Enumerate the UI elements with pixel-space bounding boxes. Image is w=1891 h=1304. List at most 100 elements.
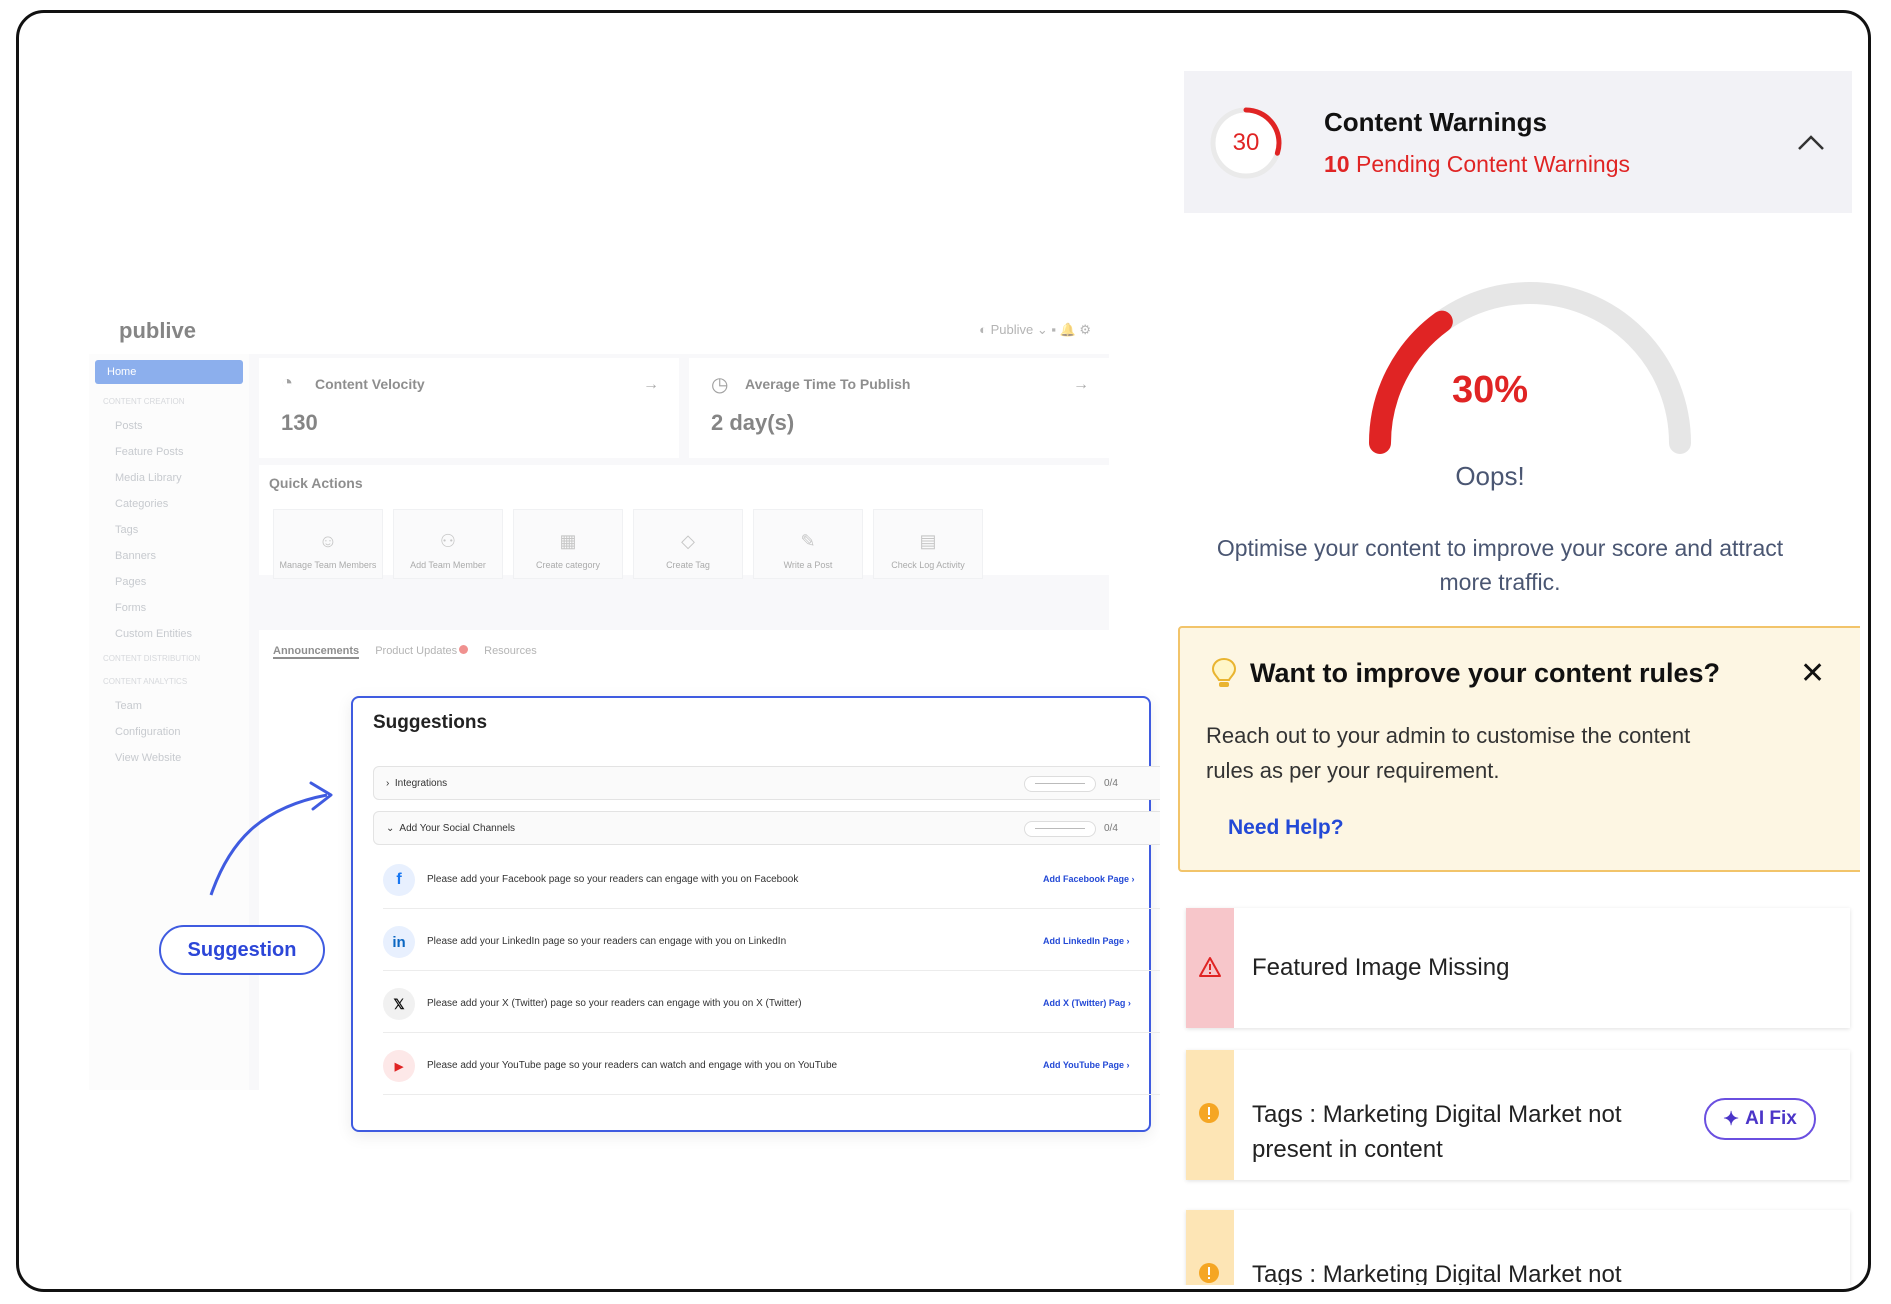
progress-bar — [1024, 776, 1096, 792]
quick-action-label: Manage Team Members — [279, 560, 377, 570]
sidebar-item[interactable]: View Website — [89, 745, 249, 771]
content-warnings-panel: 30 Content Warnings 10 Pending Content W… — [1160, 53, 1860, 1285]
quick-action-button[interactable]: ✎ Write a Post — [753, 509, 863, 579]
suggestion-group-integrations[interactable]: › Integrations 0/4 — [373, 766, 1173, 800]
linkedin-icon: in — [383, 926, 415, 958]
quick-action-label: Write a Post — [783, 560, 833, 570]
sidebar-item[interactable]: Tags — [89, 517, 249, 543]
sidebar-item[interactable]: Configuration — [89, 719, 249, 745]
quick-action-label: Check Log Activity — [891, 560, 965, 570]
chevron-up-icon[interactable] — [1796, 133, 1826, 153]
sidebar-item[interactable]: Team — [89, 693, 249, 719]
speedometer-icon: ◔ — [281, 372, 294, 394]
warning-item[interactable]: Tags : Marketing Digital Market not — [1186, 1210, 1850, 1285]
quick-action-button[interactable]: ⚇ Add Team Member — [393, 509, 503, 579]
warning-text: Tags : Marketing Digital Market not — [1252, 1261, 1622, 1285]
suggestion-callout: Suggestion — [159, 925, 325, 975]
suggestion-item: in Please add your LinkedIn page so your … — [383, 914, 1173, 971]
action-label: Add X (Twitter) Pag — [1043, 998, 1126, 1008]
sidebar-item[interactable]: Media Library — [89, 465, 249, 491]
action-label: Add Facebook Page — [1043, 874, 1130, 884]
quick-action-button[interactable]: ☺ Manage Team Members — [273, 509, 383, 579]
chevron-right-icon: › — [1125, 998, 1131, 1008]
suggestion-text: Please add your X (Twitter) page so your… — [427, 998, 802, 1009]
suggestion-item: f Please add your Facebook page so your r… — [383, 852, 1173, 909]
arrow-right-icon[interactable]: → — [643, 376, 659, 394]
content-rules-tip: Want to improve your content rules? ✕ Re… — [1178, 626, 1860, 872]
sidebar-section: CONTENT CREATION — [103, 397, 185, 406]
arrow-right-icon[interactable]: → — [1073, 376, 1089, 394]
sidebar-item[interactable]: Pages — [89, 569, 249, 595]
sidebar-item[interactable]: Forms — [89, 595, 249, 621]
quick-actions-list: ☺ Manage Team Members ⚇ Add Team Member ▦ Cre… — [273, 509, 983, 579]
notification-dot — [459, 645, 469, 654]
team-icon: ☺ — [318, 531, 338, 551]
suggestion-item: ▶ Please add your YouTube page so your re… — [383, 1038, 1173, 1095]
kpi-value: 130 — [281, 410, 318, 435]
youtube-icon: ▶ — [383, 1050, 415, 1082]
score-gauge — [1369, 282, 1691, 454]
alert-circle-icon — [1199, 1263, 1219, 1283]
brand-menu-label: Publive — [990, 322, 1034, 337]
ai-fix-button[interactable]: ✦ AI Fix — [1704, 1098, 1816, 1140]
sidebar-item[interactable]: Feature Posts — [89, 439, 249, 465]
warning-item[interactable]: Tags : Marketing Digital Market not pres… — [1186, 1050, 1850, 1180]
progress-count: 0/4 — [1104, 778, 1118, 789]
tab-label: Product Updates — [375, 645, 458, 657]
clock-icon: ◷ — [711, 374, 729, 396]
kpi-card-publish[interactable]: ◷ Average Time To Publish 2 day(s) → — [689, 358, 1109, 458]
dashboard-sidebar: Home CONTENT CREATION Posts Feature Posts Me… — [89, 354, 249, 1090]
tab-announcements[interactable]: Announcements — [273, 645, 360, 659]
sidebar-item[interactable]: Home — [95, 360, 243, 384]
suggestion-action-link[interactable]: Add YouTube Page › — [1043, 1060, 1130, 1070]
chevron-right-icon: › — [1124, 1060, 1130, 1070]
need-help-link[interactable]: Need Help? — [1228, 816, 1344, 840]
content-warnings-header[interactable]: 30 Content Warnings 10 Pending Content W… — [1184, 71, 1852, 213]
suggestion-text: Please add your LinkedIn page so your re… — [427, 936, 787, 947]
sidebar-item[interactable]: Categories — [89, 491, 249, 517]
tip-title: Want to improve your content rules? — [1250, 658, 1721, 688]
suggestions-panel: Suggestions › Integrations 0/4 ⌄ Add You… — [351, 696, 1173, 1132]
sidebar-section: CONTENT ANALYTICS — [103, 677, 188, 686]
brand-menu[interactable]: ◐ Publive ⌄ ▪ 🔔 ⚙ — [979, 322, 1091, 338]
add-user-icon: ⚇ — [439, 531, 457, 551]
quick-action-button[interactable]: ◇ Create Tag — [633, 509, 743, 579]
suggestion-action-link[interactable]: Add X (Twitter) Pag › — [1043, 998, 1131, 1008]
chevron-right-icon: › — [386, 778, 390, 789]
suggestions-title: Suggestions — [373, 712, 488, 733]
pending-count: 10 — [1324, 151, 1350, 177]
alert-circle-icon — [1199, 1103, 1219, 1123]
score-value: 30 — [1232, 129, 1260, 156]
suggestion-action-link[interactable]: Add Facebook Page › — [1043, 874, 1135, 884]
tab-resources[interactable]: Resources — [484, 645, 537, 659]
quick-action-button[interactable]: ▤ Check Log Activity — [873, 509, 983, 579]
publive-logo: publive — [119, 318, 197, 343]
tab-product-updates[interactable]: Product Updates — [375, 645, 469, 659]
group-label-text: Add Your Social Channels — [399, 823, 516, 834]
quick-actions-card: Quick Actions ☺ Manage Team Members ⚇ Add T… — [259, 465, 1109, 579]
announcement-tabs: Announcements Product Updates Resources — [273, 645, 537, 659]
warning-item[interactable]: Featured Image Missing — [1186, 908, 1850, 1028]
close-icon[interactable]: ✕ — [1800, 656, 1825, 691]
quick-action-button[interactable]: ▦ Create category — [513, 509, 623, 579]
sidebar-item[interactable]: Custom Entities — [89, 621, 249, 647]
chevron-down-icon: ⌄ — [386, 823, 395, 834]
action-label: Add YouTube Page — [1043, 1060, 1125, 1070]
sidebar-item[interactable]: Posts — [89, 413, 249, 439]
dashboard-topbar: publive ◐ Publive ⌄ ▪ 🔔 ⚙ — [89, 310, 1109, 354]
lightbulb-icon — [1211, 657, 1237, 687]
log-icon: ▤ — [919, 531, 937, 551]
suggestion-action-link[interactable]: Add LinkedIn Page › — [1043, 936, 1130, 946]
curved-arrow-icon — [209, 781, 333, 896]
score-status: Oops! — [1455, 461, 1525, 491]
edit-icon: ✎ — [800, 531, 816, 551]
kpi-card-velocity[interactable]: ◔ Content Velocity 130 → — [259, 358, 679, 458]
pending-warnings: 10 Pending Content Warnings — [1324, 151, 1630, 178]
facebook-icon: f — [383, 864, 415, 896]
quick-action-label: Create Tag — [666, 560, 710, 570]
sidebar-item[interactable]: Banners — [89, 543, 249, 569]
suggestion-group-social[interactable]: ⌄ Add Your Social Channels 0/4 — [373, 811, 1173, 845]
content-warnings-title: Content Warnings — [1324, 107, 1547, 137]
quick-actions-title: Quick Actions — [269, 475, 363, 491]
tag-icon: ◇ — [681, 531, 695, 551]
